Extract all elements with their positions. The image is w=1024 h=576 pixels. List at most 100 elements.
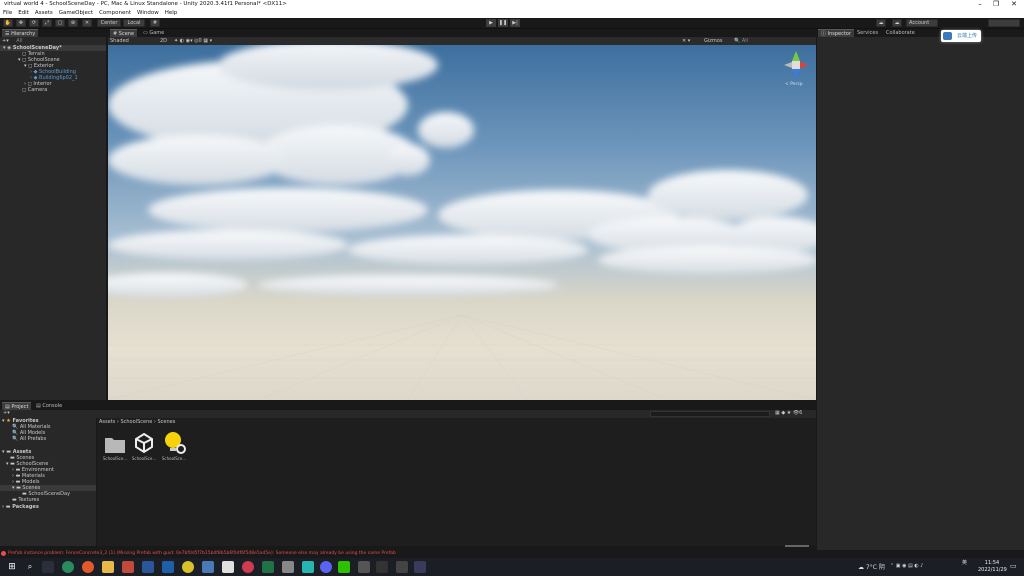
wechat-icon[interactable] (338, 561, 350, 573)
layout-dropdown[interactable] (988, 19, 1020, 27)
add-icon[interactable]: +▾ (2, 38, 9, 44)
app-icon[interactable] (242, 561, 254, 573)
filter-icons[interactable]: ▦ ◆ ★ 👁6 (775, 410, 802, 416)
tab-console[interactable]: ▤ Console (33, 402, 65, 410)
cloud-icon[interactable]: ☁ (892, 19, 902, 27)
tab-collaborate[interactable]: Collaborate (883, 29, 918, 37)
account-dropdown[interactable]: Account (906, 19, 938, 27)
scene-search-input[interactable]: 🔍 All (734, 38, 748, 44)
snap-icon[interactable]: # (150, 19, 160, 27)
tools-icon[interactable]: ✕ ▾ (682, 38, 690, 44)
hand-tool-icon[interactable]: ✋ (3, 19, 13, 27)
app-icon[interactable] (302, 561, 314, 573)
weather-text: 7°C 阴 (865, 564, 885, 571)
tree-item[interactable]: ▬ Textures (12, 497, 39, 503)
tree-item[interactable]: 🔍 All Prefabs (12, 436, 46, 442)
maximize-icon[interactable]: ❐ (988, 0, 1004, 9)
pivot-local-button[interactable]: Local (123, 19, 145, 27)
tab-project[interactable]: ▤ Project (2, 402, 32, 410)
hierarchy-row[interactable]: ◻ Camera (0, 87, 106, 93)
visual-studio-icon[interactable] (414, 561, 426, 573)
app-icon[interactable] (376, 561, 388, 573)
scale-tool-icon[interactable]: ⤢ (42, 19, 52, 27)
menu-component[interactable]: Component (99, 9, 131, 18)
asset-scene[interactable] (133, 432, 155, 454)
clock[interactable]: 11:54 2022/11/29 (978, 560, 1007, 574)
search-icon[interactable]: ⌕ (24, 561, 36, 573)
hierarchy-panel: +▾ All ▾ ◈ SchoolSceneDay* ◻ Terrain ▾ ◻… (0, 37, 106, 400)
menu-gameobject[interactable]: GameObject (59, 9, 93, 18)
settings-icon[interactable] (282, 561, 294, 573)
project-search-input[interactable] (650, 411, 770, 417)
transform-tool-icon[interactable]: ⊕ (68, 19, 78, 27)
excel-icon[interactable] (262, 561, 274, 573)
weather-widget[interactable]: ☁ 7°C 阴 (858, 562, 885, 571)
tab-scene[interactable]: # Scene (110, 29, 138, 37)
unity-icon[interactable] (396, 561, 408, 573)
tree-item-label: Packages (12, 504, 39, 510)
rotate-tool-icon[interactable]: ⟳ (29, 19, 39, 27)
step-icon[interactable]: ▶| (510, 19, 520, 27)
tree-item[interactable]: › ▬ Packages (2, 504, 39, 510)
custom-tool-icon[interactable]: ✕ (82, 19, 92, 27)
hierarchy-search-input[interactable]: All (16, 38, 22, 44)
tray-icons[interactable]: ⌃ ▣ ◉ ▤ ◐ ♪ (890, 563, 924, 569)
close-icon[interactable]: ✕ (1006, 0, 1022, 9)
status-bar[interactable]: Prefab instance problem: FenceConcrete3_… (0, 550, 1024, 558)
unity-hub-icon[interactable] (358, 561, 370, 573)
asset-folder[interactable] (104, 434, 126, 454)
app-icon[interactable] (202, 561, 214, 573)
pivot-center-button[interactable]: Center (97, 19, 121, 27)
app-icon[interactable] (162, 561, 174, 573)
pause-icon[interactable]: ❚❚ (498, 19, 508, 27)
tab-hierarchy[interactable]: ☰ Hierarchy (2, 29, 39, 37)
hierarchy-search[interactable]: +▾ All (2, 37, 104, 45)
scene-viewport[interactable]: < Persp (108, 45, 816, 400)
menu-file[interactable]: File (3, 9, 12, 18)
tab-services[interactable]: Services (854, 29, 881, 37)
chrome-icon[interactable] (82, 561, 94, 573)
tab-game[interactable]: ▭ Game (140, 29, 167, 37)
asset-lighting[interactable] (163, 431, 187, 455)
add-asset-icon[interactable]: +▾ (3, 410, 10, 416)
menu-window[interactable]: Window (137, 9, 159, 18)
rect-tool-icon[interactable]: ▢ (55, 19, 65, 27)
scene-gizmo[interactable] (784, 51, 808, 79)
tab-console-label: Console (42, 403, 63, 409)
collab-icon[interactable]: ☁ (876, 19, 886, 27)
move-tool-icon[interactable]: ✥ (16, 19, 26, 27)
minimize-icon[interactable]: – (972, 0, 988, 9)
breadcrumb-item[interactable]: SchoolScene (120, 419, 152, 425)
file-explorer-icon[interactable] (102, 561, 114, 573)
windows-taskbar: ⊞ ⌕ ☁ 7°C 阴 ⌃ ▣ ◉ ▤ ◐ ♪ 英 11:54 2022/11/2… (0, 558, 1024, 576)
edge-icon[interactable] (62, 561, 74, 573)
discord-icon[interactable] (320, 561, 332, 573)
breadcrumb-item[interactable]: Scenes (158, 419, 176, 425)
clock-time: 11:54 (984, 560, 1000, 566)
main-toolbar: ✋ ✥ ⟳ ⤢ ▢ ⊕ ✕ Center Local # ▶ ❚❚ ▶| ☁ ☁… (0, 18, 1024, 42)
persp-label[interactable]: < Persp (785, 82, 803, 87)
app-icon[interactable] (122, 561, 134, 573)
menu-assets[interactable]: Assets (35, 9, 53, 18)
shading-dropdown[interactable]: Shaded (110, 38, 129, 44)
task-view-icon[interactable] (42, 561, 54, 573)
windows-start-icon[interactable]: ⊞ (6, 561, 18, 573)
notification-icon[interactable]: ▭ (1010, 562, 1017, 570)
gizmos-dropdown[interactable]: Gizmos (704, 38, 722, 44)
word-icon[interactable] (142, 561, 154, 573)
2d-toggle[interactable]: 2D (160, 38, 167, 44)
cloud-upload-badge[interactable]: 云端上传 (941, 30, 981, 42)
tab-inspector[interactable]: ⓘ Inspector (818, 29, 854, 37)
breadcrumb-item[interactable]: Assets (99, 419, 115, 425)
menu-edit[interactable]: Edit (18, 9, 29, 18)
lighting-toggle-icon[interactable]: ✦ ◐ ◉▾ ◎0 ▦ ▾ (174, 38, 212, 44)
app-icon[interactable] (222, 561, 234, 573)
ime-indicator[interactable]: 英 (962, 559, 967, 566)
play-icon[interactable]: ▶ (486, 19, 496, 27)
asset-label: SchoolSce... (102, 456, 128, 461)
app-icon[interactable] (182, 561, 194, 573)
menu-help[interactable]: Help (165, 9, 178, 18)
icon-size-slider[interactable] (785, 545, 809, 547)
folder-icon (105, 438, 125, 453)
status-message: Prefab instance problem: FenceConcrete3_… (8, 551, 396, 556)
